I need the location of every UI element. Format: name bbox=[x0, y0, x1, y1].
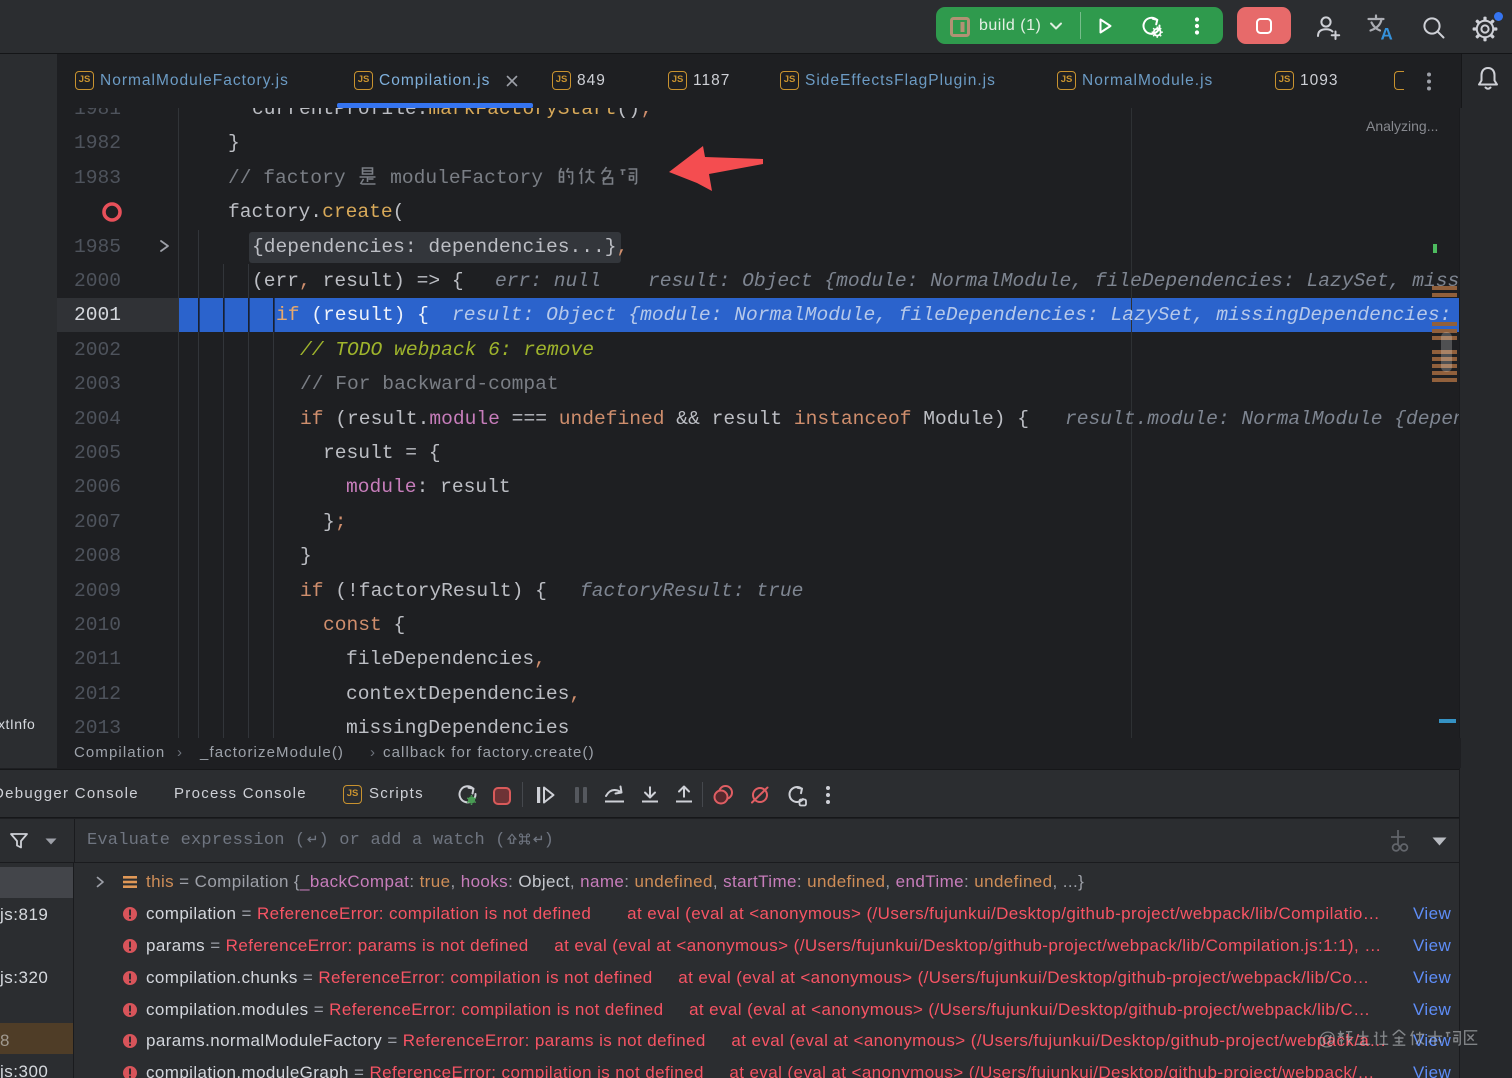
svg-text:A: A bbox=[1381, 25, 1393, 43]
